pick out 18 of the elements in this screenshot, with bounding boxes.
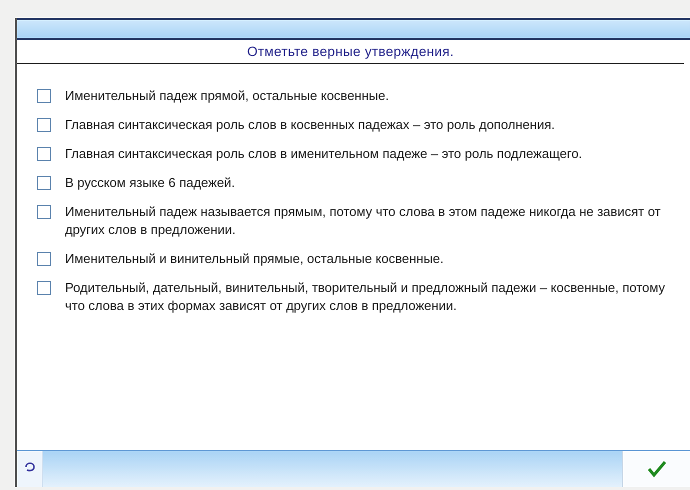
checkbox[interactable]: [37, 281, 51, 295]
option-label: Именительный и винительный прямые, остальные косвенные.: [65, 250, 445, 268]
option-label: Именительный падеж называется прямым, потому что слова в этом падеже никогда не зависят от других слов в предложении.: [65, 203, 662, 239]
checkmark-icon: [646, 460, 666, 478]
checkbox[interactable]: [37, 205, 51, 219]
undo-button[interactable]: [17, 451, 43, 487]
checkbox[interactable]: [37, 89, 51, 103]
option-label: В русском языке 6 падежей.: [65, 174, 236, 192]
option-label: Главная синтаксическая роль слов в именительном падеже – это роль подлежащего.: [65, 145, 584, 163]
checkbox[interactable]: [37, 147, 51, 161]
question-title: Отметьте верные утверждения.: [17, 40, 684, 64]
checkbox[interactable]: [37, 176, 51, 190]
checkbox[interactable]: [37, 118, 51, 132]
option-label: Главная синтаксическая роль слов в косвенных падежах – это роль дополнения.: [65, 116, 556, 134]
checkbox[interactable]: [37, 252, 51, 266]
option-label: Родительный, дательный, винительный, творительный и предложный падежи – косвенные, потому что слова в этих формах зависят от других слов в предложении.: [65, 279, 665, 315]
option-label: Именительный падеж прямой, остальные косвенные.: [65, 87, 390, 105]
submit-button[interactable]: [622, 451, 690, 487]
